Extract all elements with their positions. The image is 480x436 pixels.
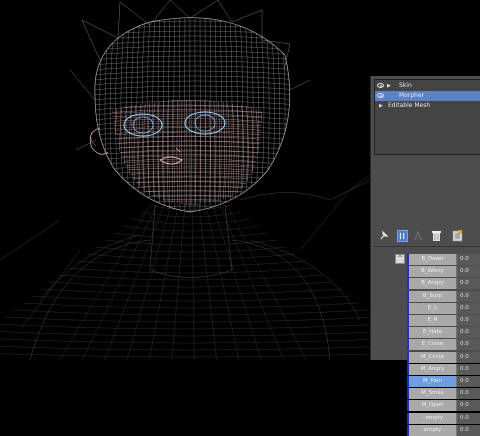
expand-arrow-icon[interactable]: ▶ [387, 81, 391, 91]
configure-modifier-sets-icon[interactable] [452, 230, 463, 242]
channel-value-spinner[interactable]: 0.0 [457, 339, 480, 351]
channel-name-button[interactable]: M_Pain [409, 376, 457, 387]
make-unique-icon[interactable] [413, 230, 424, 242]
modify-panel: ▶ Skin Morpher ▶ Editable Mesh ^ B_Down … [370, 76, 480, 436]
morph-channel-row: B_Surp 0.0 [407, 290, 480, 302]
channel-value-spinner[interactable]: 0.0 [457, 266, 480, 278]
channel-name-button[interactable]: M_Smile [409, 388, 457, 400]
modifier-label: Editable Mesh [388, 102, 431, 109]
pin-stack-icon[interactable] [378, 230, 389, 242]
visibility-eye-icon[interactable] [377, 93, 384, 98]
channel-name-button[interactable]: B_Surp [409, 290, 457, 302]
morph-channel-row: E_Hate 0.0 [407, 327, 480, 339]
morph-channel-row: B_Worry 0.0 [407, 266, 480, 278]
channel-value-spinner[interactable]: 0.0 [457, 278, 480, 290]
channel-value-spinner[interactable]: 0.0 [457, 388, 480, 400]
morph-channel-row: M_Angry 0.0 [407, 363, 480, 375]
channel-value-spinner[interactable]: 0.0 [457, 290, 480, 302]
channel-name-button[interactable]: E_Hate [409, 327, 457, 339]
channel-value-spinner[interactable]: 0.0 [457, 412, 480, 424]
channel-name-button[interactable]: B_Angry [409, 278, 457, 290]
expand-arrow-icon[interactable]: ▶ [379, 101, 383, 111]
channel-name-button[interactable]: E_L [409, 302, 457, 314]
channel-value-spinner[interactable]: 0.0 [457, 302, 480, 314]
channel-value-spinner[interactable]: 0.0 [457, 376, 480, 387]
channel-value-spinner[interactable]: 0.0 [457, 351, 480, 363]
channel-name-button[interactable]: E_R [409, 315, 457, 326]
morph-channel-row: B_Down 0.0 [407, 254, 480, 265]
modifier-stack-item-morpher[interactable]: Morpher [375, 91, 480, 101]
channel-name-button[interactable]: M_Open [409, 400, 457, 412]
channel-value-spinner[interactable]: 0.0 [457, 327, 480, 339]
morph-channel-row: M_Pain 0.0 [407, 376, 480, 387]
channel-name-button[interactable]: M_Circle [409, 351, 457, 363]
modifier-stack-item-skin[interactable]: ▶ Skin [375, 81, 480, 91]
morph-channel-row: B_Angry 0.0 [407, 278, 480, 290]
remove-modifier-icon[interactable] [431, 230, 442, 242]
morph-channel-row: E_L 0.0 [407, 302, 480, 314]
stack-toolbar [374, 228, 480, 244]
channel-name-button[interactable]: B_Down [409, 254, 457, 265]
channel-name-button[interactable]: - empty - [409, 424, 457, 436]
channel-value-spinner[interactable]: 0.0 [457, 363, 480, 375]
channel-name-button[interactable]: E_Close [409, 339, 457, 351]
channel-value-spinner[interactable]: 0.0 [457, 400, 480, 412]
modifier-label: Morpher [399, 92, 425, 99]
channel-name-button[interactable]: B_Worry [409, 266, 457, 278]
morph-channel-row: M_Open 0.0 [407, 400, 480, 412]
morph-channel-row: E_Close 0.0 [407, 339, 480, 351]
morph-channel-row: M_Circle 0.0 [407, 351, 480, 363]
channel-value-spinner[interactable]: 0.0 [457, 315, 480, 326]
morph-channel-row: M_Smile 0.0 [407, 388, 480, 400]
modifier-stack-item-editable-mesh[interactable]: ▶ Editable Mesh [375, 101, 480, 111]
morpher-channel-list: ^ B_Down 0.0 B_Worry 0.0 B_Angry 0.0 B_Surp 0.0… [374, 252, 480, 436]
channel-name-button[interactable]: - empty [409, 412, 457, 424]
channel-value-spinner[interactable]: 0.0 [457, 254, 480, 265]
face-mesh [112, 100, 262, 205]
modifier-label: Skin [399, 82, 412, 89]
panel-divider [374, 246, 480, 247]
morph-channel-row: E_R 0.0 [407, 315, 480, 326]
visibility-eye-icon[interactable] [377, 83, 384, 88]
channel-value-spinner[interactable]: 0.0 [457, 424, 480, 436]
morph-channel-row: - empty -0.0 [407, 424, 480, 436]
show-end-result-icon[interactable] [397, 230, 408, 242]
modifier-stack-list[interactable]: ▶ Skin Morpher ▶ Editable Mesh [374, 79, 480, 155]
morph-channel-row: - empty 0.0 [407, 412, 480, 424]
torso-mesh [0, 204, 433, 360]
scroll-up-button[interactable]: ^ [395, 254, 405, 264]
channel-name-button[interactable]: M_Angry [409, 363, 457, 375]
